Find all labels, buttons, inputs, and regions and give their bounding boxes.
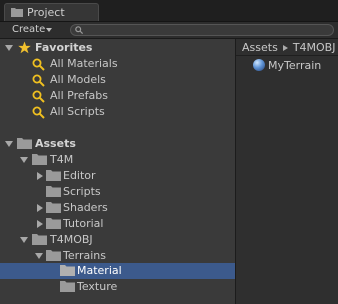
tree-folder-scripts[interactable]: Scripts (0, 184, 235, 200)
tree-folder-label: Shaders (63, 201, 108, 214)
folder-icon (60, 281, 75, 292)
tree-folder-label: T4M (50, 153, 74, 166)
favorite-item[interactable]: All Materials (0, 56, 235, 72)
search-icon (32, 106, 45, 119)
tab-project-label: Project (27, 6, 65, 19)
favorite-item[interactable]: All Prefabs (0, 88, 235, 104)
tree-folder-label: Terrains (63, 249, 106, 262)
expand-arrow-icon[interactable] (35, 253, 43, 259)
tree-folder-t4mobj[interactable]: T4MOBJ (0, 232, 235, 248)
search-input[interactable] (70, 24, 334, 36)
tab-project[interactable]: Project (4, 3, 99, 21)
breadcrumb-item[interactable]: T4MOBJ (293, 41, 336, 54)
breadcrumb-item[interactable]: Assets (242, 41, 278, 54)
create-button-label: Create (12, 24, 46, 35)
favorite-item-label: All Materials (50, 57, 118, 70)
folder-icon (46, 170, 61, 181)
favorite-item[interactable]: All Models (0, 72, 235, 88)
favorite-item-label: All Scripts (50, 105, 105, 118)
favorites-label: Favorites (35, 41, 93, 54)
expand-arrow-icon[interactable] (37, 204, 43, 212)
breadcrumb: Assets T4MOBJ (242, 41, 335, 54)
tree-folder-shaders[interactable]: Shaders (0, 200, 235, 216)
terrain-sphere-icon (253, 59, 265, 71)
project-folder-icon (11, 8, 23, 17)
expand-arrow-icon[interactable] (5, 141, 13, 147)
create-button[interactable]: Create (4, 23, 60, 37)
tree-folder-texture[interactable]: Texture (0, 279, 235, 295)
tree-folder-label: Scripts (63, 185, 101, 198)
favorite-item-label: All Models (50, 73, 106, 86)
expand-arrow-icon[interactable] (20, 157, 28, 163)
folder-icon (32, 154, 47, 165)
tree-folder-editor[interactable]: Editor (0, 168, 235, 184)
tree-folder-label: Material (77, 264, 122, 277)
tree-folder-label: Editor (63, 169, 96, 182)
expand-arrow-icon[interactable] (20, 237, 28, 243)
folder-tree: Favorites All Materials All Models All P… (0, 39, 235, 304)
tree-folder-label: Texture (77, 280, 118, 293)
search-icon (75, 26, 83, 34)
expand-arrow-icon[interactable] (5, 45, 13, 51)
folder-icon (46, 202, 61, 213)
tab-bar: Project (0, 0, 338, 22)
folder-icon (32, 234, 47, 245)
search-icon (32, 58, 45, 71)
folder-icon (46, 186, 61, 197)
folder-icon (60, 265, 75, 276)
search-icon (32, 90, 45, 103)
star-icon (18, 41, 31, 54)
tree-folder-label: T4MOBJ (50, 233, 93, 246)
breadcrumb-separator-icon (282, 44, 288, 51)
tree-folder-t4m[interactable]: T4M (0, 152, 235, 168)
asset-browser: Assets T4MOBJ MyTerrain (236, 39, 338, 304)
breadcrumb-divider (236, 55, 338, 56)
chevron-down-icon (46, 28, 52, 32)
favorite-item[interactable]: All Scripts (0, 104, 235, 120)
asset-item[interactable]: MyTerrain (253, 58, 338, 74)
folder-icon (46, 250, 61, 261)
tree-folder-label: Tutorial (63, 217, 104, 230)
search-icon (32, 74, 45, 87)
assets-root[interactable]: Assets (0, 136, 235, 152)
folder-icon (17, 138, 32, 149)
folder-icon (46, 218, 61, 229)
expand-arrow-icon[interactable] (37, 220, 43, 228)
tree-folder-material[interactable]: Material (0, 263, 235, 279)
toolbar: Create (0, 22, 338, 39)
assets-root-label: Assets (35, 137, 76, 150)
favorites-header[interactable]: Favorites (0, 40, 235, 56)
favorite-item-label: All Prefabs (50, 89, 108, 102)
asset-item-label: MyTerrain (268, 59, 322, 72)
expand-arrow-icon[interactable] (37, 172, 43, 180)
tree-folder-tutorial[interactable]: Tutorial (0, 216, 235, 232)
tree-folder-terrains[interactable]: Terrains (0, 248, 235, 264)
